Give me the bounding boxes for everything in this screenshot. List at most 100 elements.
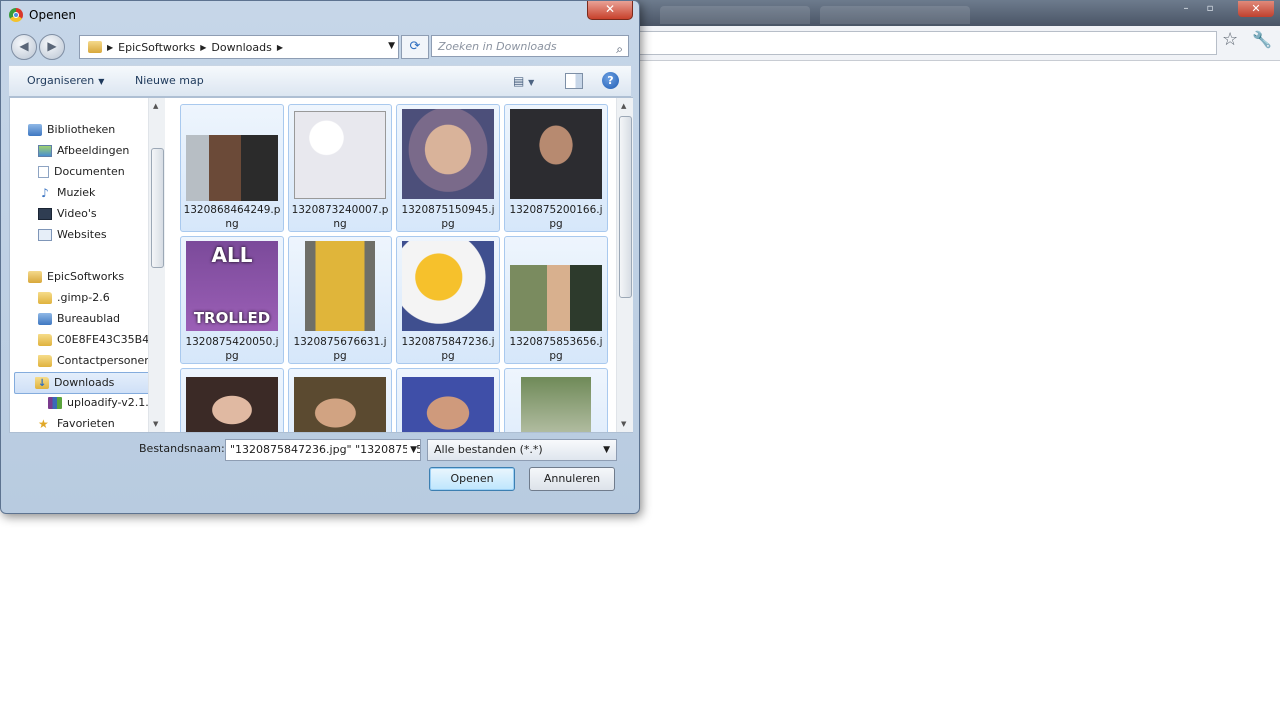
chrome-icon xyxy=(9,8,23,22)
file-name: 1320875853656.jpg xyxy=(509,336,603,362)
breadcrumb-separator-icon[interactable]: ▶ xyxy=(107,43,113,52)
nav-item-label: Muziek xyxy=(57,186,96,199)
files-scroll-thumb[interactable] xyxy=(619,116,632,298)
meme-caption-top: ALL xyxy=(211,243,253,267)
file-name: 1320875150945.jpg xyxy=(401,204,495,230)
navigation-pane: Bibliotheken Afbeeldingen Documenten ♪ Muzie… xyxy=(10,98,162,432)
file-name: 1320875200166.jpg xyxy=(509,204,603,230)
file-tile[interactable]: 1320875150945.jpg xyxy=(396,104,500,232)
pictures-icon xyxy=(38,145,52,157)
address-bar[interactable] xyxy=(620,31,1217,55)
back-button[interactable]: ◀ xyxy=(11,34,37,60)
file-name: 1320873240007.png xyxy=(291,204,389,230)
file-tile[interactable]: ALL TROLLED 1320875420050.jpg xyxy=(180,236,284,364)
filename-row: Bestandsnaam: "1320875847236.jpg" "13208… xyxy=(9,437,631,463)
preview-pane-icon[interactable] xyxy=(565,73,583,89)
breadcrumb-item[interactable]: EpicSoftworks xyxy=(118,41,195,54)
help-icon[interactable]: ? xyxy=(602,72,619,89)
nav-scrollbar[interactable]: ▲ ▼ xyxy=(148,98,165,432)
nav-item[interactable]: Bureaublad xyxy=(38,309,120,329)
breadcrumb-separator-icon[interactable]: ▶ xyxy=(277,43,283,52)
video-icon xyxy=(38,208,52,220)
file-tile[interactable] xyxy=(396,368,500,432)
file-thumbnail xyxy=(305,241,375,331)
breadcrumb-separator-icon[interactable]: ▶ xyxy=(200,43,206,52)
chevron-down-icon[interactable]: ▼ xyxy=(407,440,417,460)
file-tile[interactable]: 1320868464249.png xyxy=(180,104,284,232)
browser-area: Bibliotheken Afbeeldingen Documenten ♪ Muzie… xyxy=(9,97,633,433)
nav-item[interactable]: C0E8FE43C35B45 xyxy=(38,330,156,350)
file-grid: 1320868464249.png 1320873240007.png 132087… xyxy=(180,98,614,432)
nav-item[interactable]: Video's xyxy=(38,204,97,224)
refresh-icon: ⟳ xyxy=(409,39,421,54)
scroll-down-icon[interactable]: ▼ xyxy=(621,420,626,428)
file-tile[interactable] xyxy=(180,368,284,432)
refresh-button[interactable]: ⟳ xyxy=(401,35,429,59)
search-input[interactable]: Zoeken in Downloads ⌕ xyxy=(431,35,629,57)
maximize-icon[interactable]: ▫ xyxy=(1200,2,1220,16)
bookmark-star-icon[interactable]: ☆ xyxy=(1222,29,1238,50)
nav-item-label: EpicSoftworks xyxy=(47,270,125,283)
file-thumbnail xyxy=(402,377,494,432)
nav-item[interactable]: Downloads xyxy=(14,372,162,394)
file-thumbnail xyxy=(294,377,386,432)
breadcrumb-item[interactable]: Downloads xyxy=(211,41,271,54)
file-type-select[interactable]: Alle bestanden (*.*) ▼ xyxy=(427,439,617,461)
nav-scroll-thumb[interactable] xyxy=(151,148,164,268)
file-tile[interactable]: 1320875847236.jpg xyxy=(396,236,500,364)
cancel-button[interactable]: Annuleren xyxy=(529,467,615,491)
file-tile[interactable]: 1320873240007.png xyxy=(288,104,392,232)
nav-item-label: Downloads xyxy=(54,376,115,389)
browser-tab[interactable] xyxy=(820,6,970,24)
file-thumbnail xyxy=(402,241,494,331)
organize-menu[interactable]: Organiseren ▼ xyxy=(27,74,104,87)
dialog-close-button[interactable]: ✕ xyxy=(587,1,633,20)
nav-item[interactable]: ♪ Muziek xyxy=(38,183,95,203)
nav-item[interactable]: Websites xyxy=(38,225,107,245)
open-button[interactable]: Openen xyxy=(429,467,515,491)
nav-item[interactable]: EpicSoftworks xyxy=(28,267,124,287)
nav-item-label: C0E8FE43C35B45 xyxy=(57,333,157,346)
file-tile[interactable] xyxy=(288,368,392,432)
wrench-icon[interactable]: 🔧 xyxy=(1252,30,1272,49)
command-bar: Organiseren ▼ Nieuwe map ▤ ▼ ? xyxy=(9,65,631,97)
breadcrumb[interactable]: ▶ EpicSoftworks ▶ Downloads ▶ ▼ xyxy=(79,35,399,59)
nav-item[interactable]: Contactpersonen xyxy=(38,351,151,371)
browser-close-button[interactable]: ✕ xyxy=(1238,1,1274,17)
view-options-icon[interactable]: ▤ ▼ xyxy=(513,74,534,88)
scroll-down-icon[interactable]: ▼ xyxy=(153,420,158,428)
favorites-icon: ★ xyxy=(38,417,49,431)
nav-item[interactable]: uploadify-v2.1. xyxy=(48,393,149,413)
search-placeholder: Zoeken in Downloads xyxy=(438,40,557,53)
scroll-up-icon[interactable]: ▲ xyxy=(621,102,626,110)
search-icon[interactable]: ⌕ xyxy=(616,38,623,60)
file-tile[interactable] xyxy=(504,368,608,432)
chevron-down-icon[interactable]: ▼ xyxy=(388,41,395,51)
browser-tab[interactable] xyxy=(660,6,810,24)
nav-item[interactable]: Afbeeldingen xyxy=(38,141,129,161)
file-name: 1320875420050.jpg xyxy=(185,336,279,362)
files-scrollbar[interactable]: ▲ ▼ xyxy=(616,98,633,432)
new-folder-button[interactable]: Nieuwe map xyxy=(135,74,204,87)
downloads-icon xyxy=(35,374,49,394)
filename-input[interactable]: "1320875847236.jpg" "132087585 ▼ xyxy=(225,439,421,461)
file-type-value: Alle bestanden (*.*) xyxy=(434,443,543,456)
forward-button[interactable]: ▶ xyxy=(39,34,65,60)
nav-item[interactable]: .gimp-2.6 xyxy=(38,288,110,308)
file-name: 1320868464249.png xyxy=(183,204,281,230)
filename-value: "1320875847236.jpg" "132087585 xyxy=(230,443,421,456)
file-tile[interactable]: 1320875676631.jpg xyxy=(288,236,392,364)
nav-item[interactable]: Documenten xyxy=(38,162,125,182)
minimize-icon[interactable]: – xyxy=(1176,2,1196,16)
contacts-icon xyxy=(38,355,52,367)
nav-item[interactable]: Bibliotheken xyxy=(28,120,115,140)
file-tile[interactable]: 1320875200166.jpg xyxy=(504,104,608,232)
file-thumbnail xyxy=(402,109,494,199)
library-icon xyxy=(28,124,42,136)
nav-item-label: Video's xyxy=(57,207,97,220)
music-icon: ♪ xyxy=(41,186,49,200)
scroll-up-icon[interactable]: ▲ xyxy=(153,102,158,110)
nav-item[interactable]: ★ Favorieten xyxy=(38,414,115,432)
file-tile[interactable]: 1320875853656.jpg xyxy=(504,236,608,364)
desktop-icon xyxy=(38,313,52,325)
